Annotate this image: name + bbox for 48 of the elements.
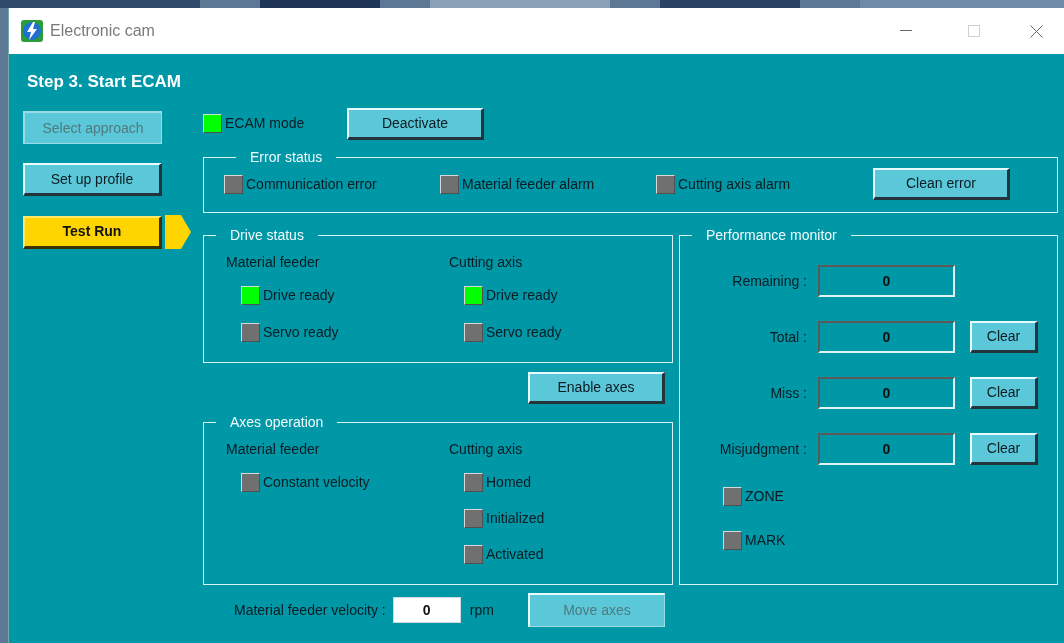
unit-label: rpm xyxy=(469,600,494,620)
indicator-label: Material feeder alarm xyxy=(462,174,595,194)
counter-label: Misjudgment : xyxy=(718,439,807,459)
indicator-label: ECAM mode xyxy=(225,114,305,133)
indicator-label: Homed xyxy=(486,472,532,492)
group-title: Performance monitor xyxy=(705,226,838,244)
column-heading: Material feeder xyxy=(226,440,321,458)
indicator-label: Servo ready xyxy=(486,322,562,342)
enable-axes-button[interactable]: Enable axes xyxy=(528,372,665,404)
indicator-label: Drive ready xyxy=(263,285,335,305)
close-icon xyxy=(1029,24,1043,38)
group-title: Error status xyxy=(249,148,324,166)
counter-field: 0 xyxy=(818,433,955,465)
step-title: Step 3. Start ECAM xyxy=(27,71,181,93)
counter-field: 0 xyxy=(818,377,955,409)
indicator-label: Communication error xyxy=(246,174,377,194)
indicator-label: MARK xyxy=(745,530,786,550)
indicator-label: Cutting axis alarm xyxy=(678,174,791,194)
group-title: Drive status xyxy=(229,226,305,244)
column-heading: Cutting axis xyxy=(449,440,524,458)
column-heading: Cutting axis xyxy=(449,253,524,271)
velocity-label: Material feeder velocity : xyxy=(234,600,386,620)
velocity-input[interactable]: 0 xyxy=(392,597,461,623)
counter-field: 0 xyxy=(818,321,955,353)
clean-error-button[interactable]: Clean error xyxy=(873,168,1010,200)
clear-button[interactable]: Clear xyxy=(970,321,1038,353)
indicator-label: Servo ready xyxy=(263,322,339,342)
step-button[interactable]: Test Run xyxy=(23,215,162,249)
indicator-label: Drive ready xyxy=(486,285,558,305)
group-title: Axes operation xyxy=(229,413,325,431)
pointer-arrow-icon xyxy=(165,215,191,249)
deactivate-button[interactable]: Deactivate xyxy=(347,107,484,140)
maximize-icon xyxy=(968,25,980,37)
clear-button[interactable]: Clear xyxy=(970,433,1038,465)
counter-label: Total : xyxy=(768,327,807,347)
step-button[interactable]: Set up profile xyxy=(23,163,162,196)
counter-label: Miss : xyxy=(769,383,807,403)
bolt-logo-icon xyxy=(20,19,44,43)
indicator-label: Constant velocity xyxy=(263,472,370,492)
column-heading: Material feeder xyxy=(226,253,321,271)
clear-button[interactable]: Clear xyxy=(970,377,1038,409)
minimize-icon xyxy=(900,30,912,32)
counter-label: Remaining : xyxy=(731,271,807,291)
counter-field: 0 xyxy=(818,265,955,297)
indicator-label: ZONE xyxy=(745,486,784,506)
indicator-label: Activated xyxy=(486,544,544,564)
window-title: Electronic cam xyxy=(50,21,155,41)
indicator-label: Initialized xyxy=(486,508,545,528)
